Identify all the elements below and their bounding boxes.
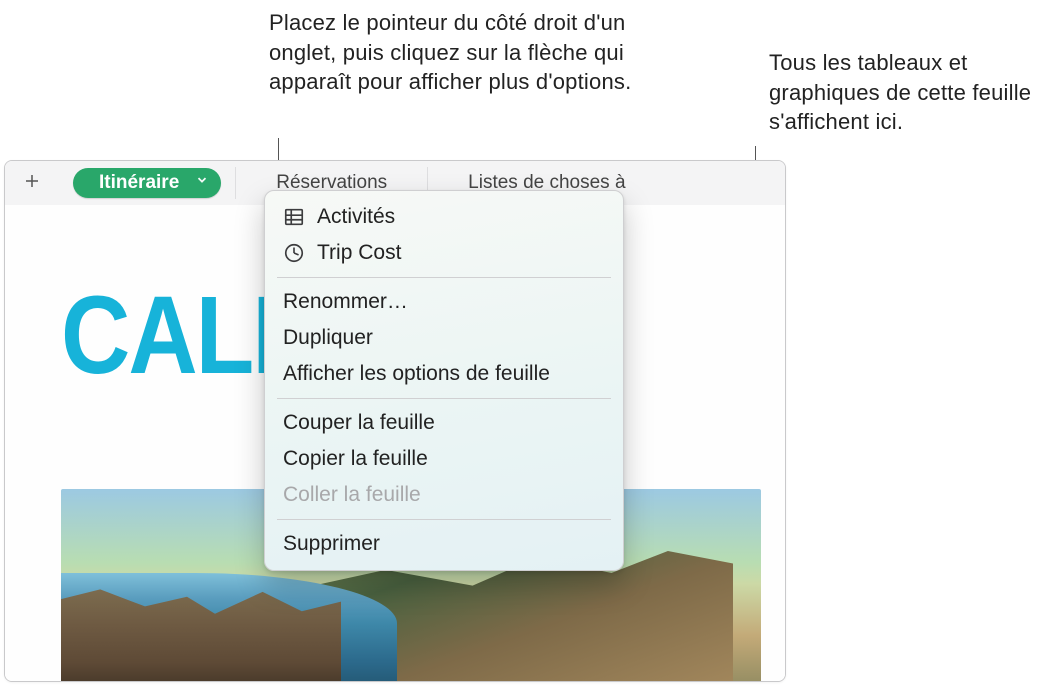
table-icon: [283, 206, 305, 228]
menu-item-rename[interactable]: Renommer…: [265, 284, 623, 320]
menu-item-label: Trip Cost: [317, 241, 605, 265]
menu-item-paste: Coller la feuille: [265, 477, 623, 513]
menu-item-label: Renommer…: [283, 290, 605, 314]
menu-item-label: Afficher les options de feuille: [283, 362, 605, 386]
callout-tab-arrow: Placez le pointeur du côté droit d'un on…: [269, 8, 669, 97]
menu-item-activites[interactable]: Activités: [265, 199, 623, 235]
tab-context-menu: Activités Trip Cost Renommer… Dupliquer …: [264, 190, 624, 571]
menu-item-label: Couper la feuille: [283, 411, 605, 435]
tab-itineraire[interactable]: Itinéraire: [73, 168, 221, 198]
menu-separator: [277, 277, 611, 278]
menu-item-label: Coller la feuille: [283, 483, 605, 507]
menu-item-cut[interactable]: Couper la feuille: [265, 405, 623, 441]
chevron-down-icon[interactable]: [195, 171, 209, 193]
add-sheet-button[interactable]: [5, 161, 59, 205]
menu-separator: [277, 519, 611, 520]
document-title: CALI: [61, 273, 277, 400]
menu-item-delete[interactable]: Supprimer: [265, 526, 623, 562]
menu-item-label: Copier la feuille: [283, 447, 605, 471]
tab-label: Itinéraire: [99, 172, 179, 194]
menu-item-label: Supprimer: [283, 532, 605, 556]
menu-item-sheet-options[interactable]: Afficher les options de feuille: [265, 356, 623, 392]
menu-separator: [277, 398, 611, 399]
menu-item-duplicate[interactable]: Dupliquer: [265, 320, 623, 356]
menu-item-tripcost[interactable]: Trip Cost: [265, 235, 623, 271]
menu-item-label: Activités: [317, 205, 605, 229]
callout-sheet-contents: Tous les tableaux et graphiques de cette…: [769, 48, 1049, 137]
clock-icon: [283, 242, 305, 264]
menu-item-label: Dupliquer: [283, 326, 605, 350]
plus-icon: [23, 172, 41, 195]
menu-item-copy[interactable]: Copier la feuille: [265, 441, 623, 477]
